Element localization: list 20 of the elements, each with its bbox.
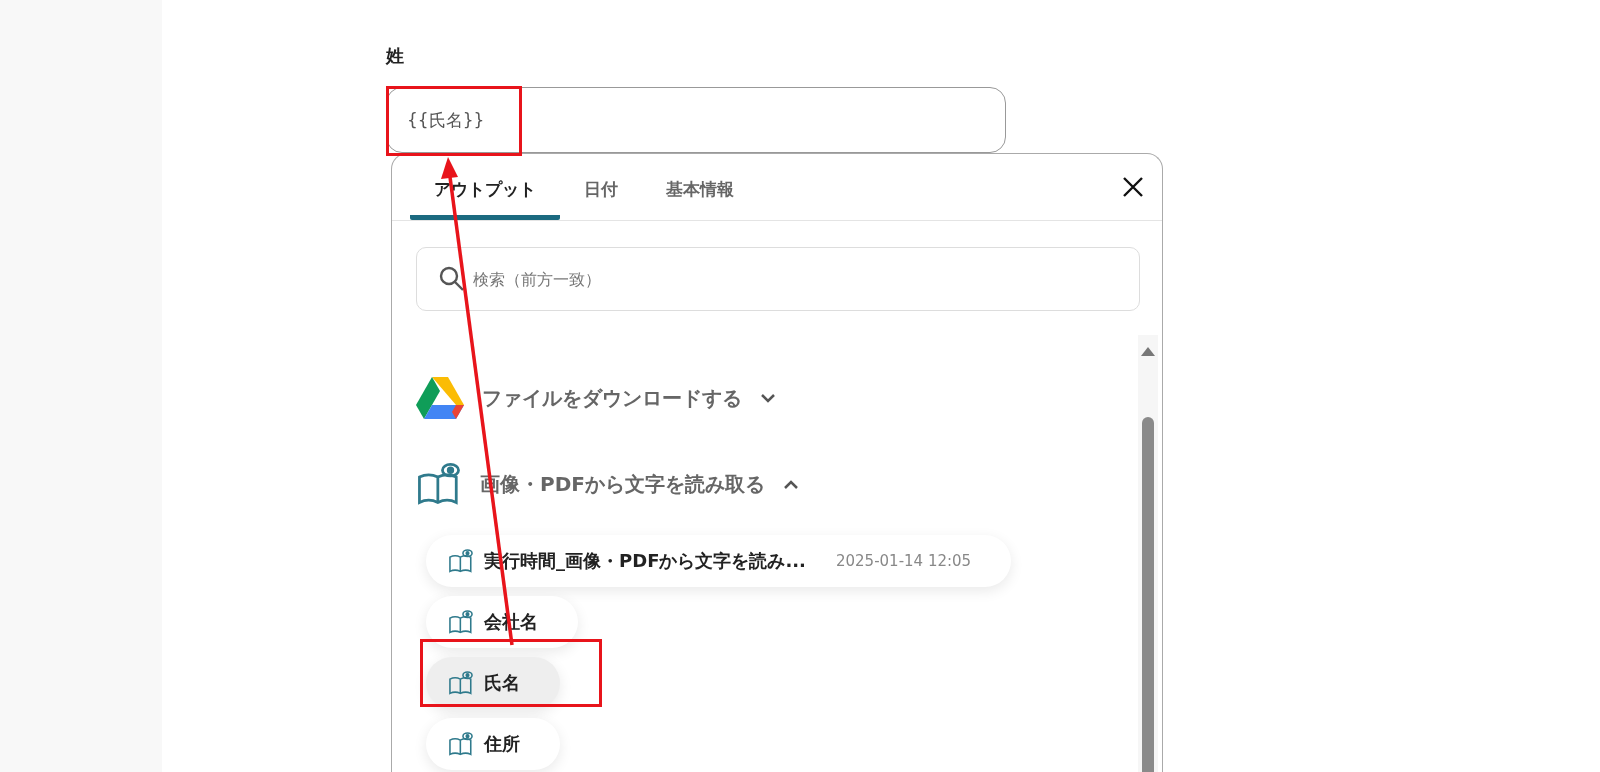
output-item[interactable]: 氏名 — [426, 657, 560, 709]
book-eye-icon — [448, 609, 474, 635]
tab[interactable]: 基本情報 — [642, 178, 758, 220]
drive-icon — [416, 377, 464, 419]
scroll-up-icon[interactable] — [1141, 347, 1155, 356]
close-icon[interactable] — [1122, 176, 1144, 198]
chevron-down-icon[interactable] — [760, 393, 776, 403]
book-eye-icon — [448, 548, 474, 574]
search-icon — [439, 266, 465, 292]
field-label: 姓 — [386, 44, 405, 68]
chevron-up-icon[interactable] — [782, 479, 799, 489]
scrollbar[interactable] — [1138, 335, 1158, 772]
group-title[interactable]: ファイルをダウンロードする — [482, 384, 742, 412]
book-eye-icon — [448, 670, 474, 696]
scrollbar-thumb[interactable] — [1142, 417, 1154, 772]
book-eye-icon — [448, 731, 474, 757]
tab[interactable]: 日付 — [560, 178, 642, 220]
book-eye-icon — [416, 461, 462, 507]
output-item[interactable]: 住所 — [426, 718, 560, 770]
search-field[interactable]: 検索（前方一致） — [416, 247, 1140, 311]
